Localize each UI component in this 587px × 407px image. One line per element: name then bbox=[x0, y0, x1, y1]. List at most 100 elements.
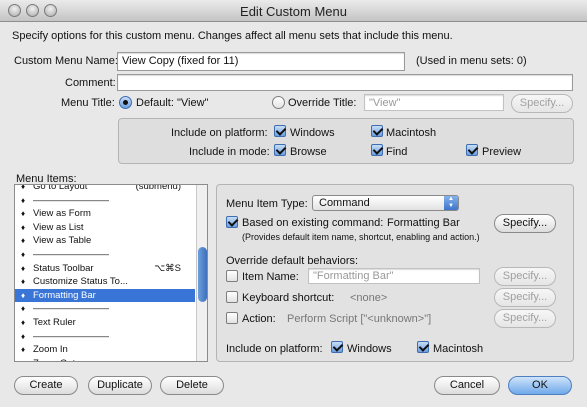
list-item-label: Go to Layout bbox=[33, 184, 88, 192]
list-item[interactable]: ♦ ———————— bbox=[15, 194, 195, 207]
drag-handle-icon[interactable]: ♦ bbox=[21, 207, 25, 220]
override-title-radio[interactable] bbox=[272, 96, 285, 109]
list-item-label: ———————— bbox=[33, 303, 109, 315]
list-item[interactable]: ♦ Zoom In bbox=[15, 343, 195, 356]
platform-windows-checkbox[interactable] bbox=[274, 125, 286, 137]
based-on-checkbox[interactable] bbox=[226, 216, 238, 228]
mode-browse-label: Browse bbox=[290, 146, 327, 158]
drag-handle-icon[interactable]: ♦ bbox=[21, 316, 25, 329]
menu-sets-usage: (Used in menu sets: 0) bbox=[416, 55, 527, 67]
list-item[interactable]: ♦ View as Form bbox=[15, 207, 195, 220]
item-type-popup[interactable]: Command ▲ ▼ bbox=[312, 195, 459, 211]
list-item-shortcut: (submenu) bbox=[135, 184, 181, 192]
action-specify-button[interactable]: Specify... bbox=[494, 309, 556, 328]
list-item-label: ———————— bbox=[33, 330, 109, 342]
list-item-label: View as Form bbox=[33, 208, 91, 220]
list-item[interactable]: ♦ Customize Status To... bbox=[15, 275, 195, 288]
shortcut-specify-button[interactable]: Specify... bbox=[494, 288, 556, 307]
scrollbar-thumb[interactable] bbox=[198, 247, 207, 302]
override-behaviors-label: Override default behaviors: bbox=[226, 255, 359, 267]
ok-button[interactable]: OK bbox=[508, 376, 572, 395]
action-value: Perform Script ["<unknown>"] bbox=[287, 313, 432, 325]
comment-field[interactable] bbox=[117, 74, 573, 91]
list-item[interactable]: ♦ ———————— bbox=[15, 302, 195, 315]
platform-mac-label: Macintosh bbox=[386, 127, 437, 139]
item-platform-mac-checkbox[interactable] bbox=[417, 341, 429, 353]
mode-browse-checkbox[interactable] bbox=[274, 144, 286, 156]
instructions-text: Specify options for this custom menu. Ch… bbox=[12, 30, 453, 42]
item-name-specify-button[interactable]: Specify... bbox=[494, 267, 556, 286]
list-item-label: View as Table bbox=[33, 235, 92, 247]
menu-items-list[interactable]: ♦ Go to Layout (submenu) ♦ ———————— ♦ View as … bbox=[14, 184, 208, 362]
drag-handle-icon[interactable]: ♦ bbox=[21, 234, 25, 247]
window-title: Edit Custom Menu bbox=[240, 4, 347, 19]
default-title-radio[interactable] bbox=[119, 96, 132, 109]
mode-preview-label: Preview bbox=[482, 146, 522, 158]
menu-title-label: Menu Title: bbox=[61, 97, 115, 109]
list-item[interactable]: ♦ Formatting Bar bbox=[15, 288, 195, 302]
title-specify-button[interactable]: Specify... bbox=[511, 94, 573, 113]
based-on-note: (Provides default item name, shortcut, e… bbox=[242, 232, 480, 242]
based-on-label: Based on existing command: bbox=[242, 217, 384, 229]
drag-handle-icon[interactable]: ♦ bbox=[21, 194, 25, 207]
item-name-checkbox[interactable] bbox=[226, 270, 238, 282]
list-item-label: Customize Status To... bbox=[33, 276, 128, 288]
list-item[interactable]: ♦ ———————— bbox=[15, 248, 195, 261]
list-item-label: Text Ruler bbox=[33, 317, 76, 328]
platform-label: Include on platform: bbox=[171, 127, 268, 139]
drag-handle-icon[interactable]: ♦ bbox=[21, 262, 25, 275]
based-on-value: Formatting Bar bbox=[387, 217, 460, 229]
platform-mac-checkbox[interactable] bbox=[371, 125, 383, 137]
shortcut-label: Keyboard shortcut: bbox=[242, 292, 335, 304]
list-item[interactable]: ♦ ———————— bbox=[15, 330, 195, 343]
drag-handle-icon[interactable]: ♦ bbox=[21, 330, 25, 343]
override-title-field[interactable]: "View" bbox=[364, 94, 504, 111]
create-button[interactable]: Create bbox=[14, 376, 78, 395]
list-item-label: ———————— bbox=[33, 249, 109, 260]
item-name-field[interactable]: "Formatting Bar" bbox=[308, 268, 480, 284]
drag-handle-icon[interactable]: ♦ bbox=[21, 357, 25, 361]
comment-label: Comment: bbox=[65, 77, 116, 89]
action-label: Action: bbox=[242, 313, 276, 325]
drag-handle-icon[interactable]: ♦ bbox=[21, 289, 25, 302]
list-item[interactable]: ♦ View as Table bbox=[15, 234, 195, 247]
default-title-label: Default: "View" bbox=[136, 97, 209, 109]
mode-find-label: Find bbox=[386, 146, 408, 158]
duplicate-button[interactable]: Duplicate bbox=[88, 376, 152, 395]
cancel-button[interactable]: Cancel bbox=[434, 376, 500, 395]
drag-handle-icon[interactable]: ♦ bbox=[21, 275, 25, 288]
delete-button[interactable]: Delete bbox=[160, 376, 224, 395]
list-item[interactable]: ♦ Text Ruler bbox=[15, 316, 195, 329]
list-item[interactable]: ♦ Go to Layout (submenu) bbox=[15, 184, 195, 193]
drag-handle-icon[interactable]: ♦ bbox=[21, 302, 25, 315]
based-on-specify-button[interactable]: Specify... bbox=[494, 214, 556, 233]
list-item-label: View as List bbox=[33, 221, 84, 233]
list-item-label: Zoom Out bbox=[33, 358, 75, 361]
item-platform-windows-checkbox[interactable] bbox=[331, 341, 343, 353]
menu-items-scrollbar[interactable] bbox=[196, 185, 207, 361]
shortcut-value: <none> bbox=[350, 292, 388, 304]
drag-handle-icon[interactable]: ♦ bbox=[21, 185, 25, 193]
mode-find-checkbox[interactable] bbox=[371, 144, 383, 156]
item-type-label: Menu Item Type: bbox=[226, 198, 308, 210]
drag-handle-icon[interactable]: ♦ bbox=[21, 248, 25, 261]
list-item[interactable]: ♦ View as List bbox=[15, 221, 195, 234]
drag-handle-icon[interactable]: ♦ bbox=[21, 221, 25, 234]
menu-name-field[interactable]: View Copy (fixed for 11) bbox=[117, 52, 405, 71]
list-item[interactable]: ♦ Zoom Out bbox=[15, 357, 195, 361]
item-name-label: Item Name: bbox=[242, 271, 299, 283]
list-item-shortcut: ⌥⌘S bbox=[154, 262, 181, 274]
item-platform-windows-label: Windows bbox=[347, 343, 392, 355]
mode-preview-checkbox[interactable] bbox=[466, 144, 478, 156]
menu-name-label: Custom Menu Name: bbox=[14, 55, 118, 67]
item-platform-label: Include on platform: bbox=[226, 343, 323, 355]
list-item-label: ———————— bbox=[33, 194, 109, 206]
action-checkbox[interactable] bbox=[226, 312, 238, 324]
shortcut-checkbox[interactable] bbox=[226, 291, 238, 303]
item-type-value: Command bbox=[319, 197, 370, 209]
list-item[interactable]: ♦ Status Toolbar ⌥⌘S bbox=[15, 262, 195, 275]
list-item-label: Formatting Bar bbox=[33, 289, 96, 301]
drag-handle-icon[interactable]: ♦ bbox=[21, 343, 25, 356]
mode-label: Include in mode: bbox=[189, 146, 270, 158]
title-bar: Edit Custom Menu bbox=[0, 0, 587, 22]
